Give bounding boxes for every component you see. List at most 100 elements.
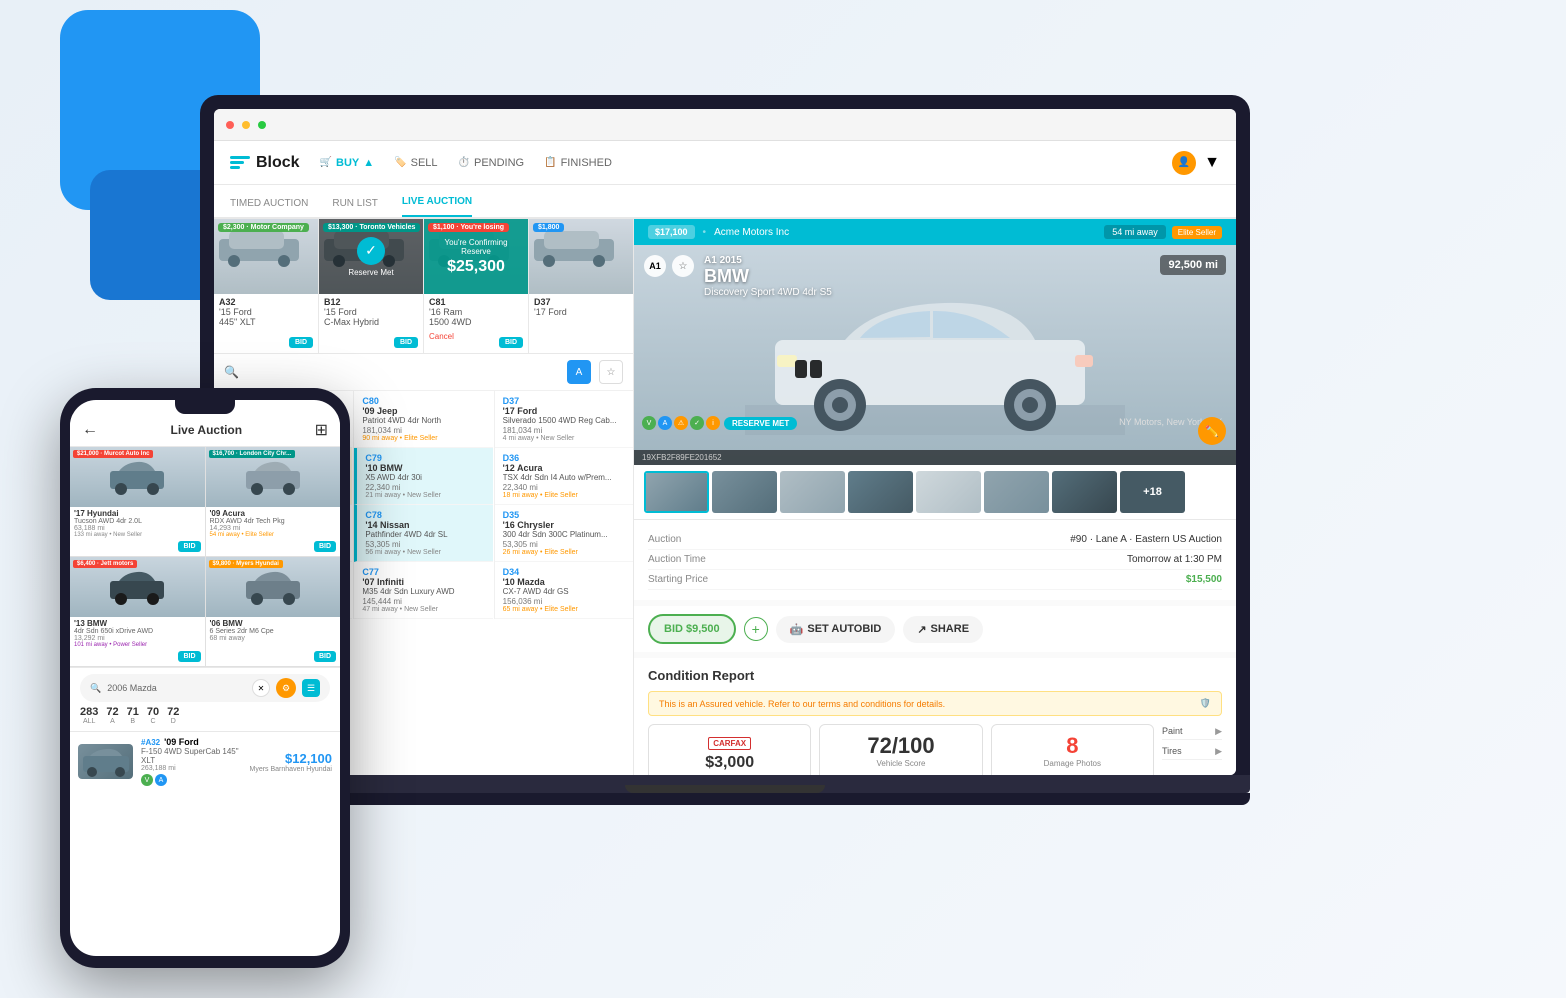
- browser-minimize[interactable]: [242, 121, 250, 129]
- item-miles: 181,034 mi: [362, 426, 484, 435]
- nav-tab-buy[interactable]: 🛒 BUY ▲: [320, 153, 375, 173]
- item-seller: 18 mi away • Elite Seller: [503, 492, 625, 499]
- phone-card-dist-4: 68 mi away: [210, 635, 337, 642]
- list-item-d37[interactable]: D37 '17 Ford Silverado 1500 4WD Reg Cab.…: [495, 391, 633, 448]
- bid-card-2[interactable]: BID: [394, 337, 418, 348]
- browser-maximize[interactable]: [258, 121, 266, 129]
- sub-tab-runlist[interactable]: RUN LIST: [332, 198, 378, 217]
- count-tab-c[interactable]: 70 C: [147, 706, 159, 725]
- thumb-7[interactable]: [1052, 471, 1117, 513]
- favorite-button[interactable]: ☆: [672, 255, 694, 277]
- count-tab-all[interactable]: 283 ALL: [80, 706, 98, 725]
- card-info-1: A32 '15 Ford445" XLT: [214, 294, 318, 330]
- phone-card-bmw13[interactable]: $6,400 · Jett motors '13 BMW 4dr Sdn 650…: [70, 557, 206, 666]
- card-badge-3: $1,100 · You're losing: [428, 223, 509, 232]
- bid-plus-button[interactable]: +: [744, 617, 768, 641]
- filter-button[interactable]: A: [567, 360, 591, 384]
- phone-card-acura[interactable]: $16,700 · London City Chr... '09 Acura R…: [206, 447, 341, 556]
- list-item-d36[interactable]: D36 '12 Acura TSX 4dr Sdn I4 Auto w/Prem…: [495, 448, 633, 505]
- bid-amount: BID $9,500: [664, 623, 720, 635]
- card-title-4: '17 Ford: [534, 307, 628, 317]
- reserve-met-badge: RESERVE MET: [724, 417, 797, 430]
- count-all-label: ALL: [83, 718, 95, 725]
- item-model: Patriot 4WD 4dr North: [362, 416, 484, 425]
- dealer-name: Acme Motors Inc: [714, 227, 789, 238]
- card-item-d37[interactable]: $1,800 D37 '17 Ford: [529, 219, 633, 353]
- phone-screen: ← Live Auction ⊞ $21,000 · Murcot Auto I…: [70, 400, 340, 956]
- phone-card-bmw06[interactable]: $9,800 · Myers Hyundai '06 BMW 6 Series …: [206, 557, 341, 666]
- list-item-d34[interactable]: D34 '10 Mazda CX-7 AWD 4dr GS 156,036 mi…: [495, 562, 633, 619]
- nav-chevron[interactable]: ▼: [1204, 154, 1220, 172]
- vehicle-score: 72/100: [828, 733, 973, 759]
- running-header: #A32 '09 Ford: [141, 737, 242, 747]
- brand-name: Block: [256, 154, 300, 172]
- thumb-6[interactable]: [984, 471, 1049, 513]
- item-make: '12 Acura: [503, 463, 625, 473]
- count-tab-b[interactable]: 71 B: [127, 706, 139, 725]
- edit-icon[interactable]: ✏️: [1198, 417, 1226, 445]
- list-search-bar: 🔍 A ☆: [214, 354, 633, 391]
- thumb-2[interactable]: [712, 471, 777, 513]
- check-circle: ✓: [357, 237, 385, 265]
- item-seller: 26 mi away • Elite Seller: [503, 549, 625, 556]
- info-row-auction: Auction #90 · Lane A · Eastern US Auctio…: [648, 530, 1222, 550]
- nav-tab-sell[interactable]: 🏷️ SELL: [394, 153, 437, 173]
- nav-tabs: 🛒 BUY ▲ 🏷️ SELL ⏱️ PENDING: [320, 153, 1153, 173]
- card-item-c81[interactable]: $1,100 · You're losing You're Confirming…: [424, 219, 529, 353]
- score-label: Vehicle Score: [828, 759, 973, 768]
- damage-count: 8: [1000, 733, 1145, 759]
- sub-tab-live[interactable]: LIVE AUCTION: [402, 196, 472, 217]
- time-value: Tomorrow at 1:30 PM: [1127, 554, 1222, 565]
- card-lot-2: B12: [324, 297, 418, 307]
- list-item-c80[interactable]: C80 '09 Jeep Patriot 4WD 4dr North 181,0…: [354, 391, 492, 448]
- thumb-5[interactable]: [916, 471, 981, 513]
- score-card: 72/100 Vehicle Score ▶: [819, 724, 982, 775]
- phone-view-btn[interactable]: ☰: [302, 679, 320, 697]
- brand-logo: Block: [230, 154, 300, 172]
- phone-running-item[interactable]: #A32 '09 Ford F-150 4WD SuperCab 145" XL…: [70, 731, 340, 791]
- browser-close[interactable]: [226, 121, 234, 129]
- thumb-1[interactable]: [644, 471, 709, 513]
- phone-bid-2[interactable]: BID: [314, 541, 336, 552]
- item-make: '09 Jeep: [362, 406, 484, 416]
- clear-search[interactable]: ✕: [252, 679, 270, 697]
- share-button[interactable]: ↗ SHARE: [903, 616, 983, 643]
- autobid-button[interactable]: 🤖 SET AUTOBID: [776, 616, 896, 643]
- nav-tab-finished[interactable]: 📋 FINISHED: [544, 153, 612, 173]
- list-item-c79[interactable]: C79 '10 BMW X5 AWD 4dr 30i 22,340 mi 21 …: [354, 448, 492, 505]
- tires-item: Tires ▶: [1162, 744, 1222, 760]
- info-row-time: Auction Time Tomorrow at 1:30 PM: [648, 550, 1222, 570]
- thumb-3[interactable]: [780, 471, 845, 513]
- phone-bid-4[interactable]: BID: [314, 651, 336, 662]
- phone-filter-btn[interactable]: ⚙: [276, 678, 296, 698]
- thumb-more[interactable]: +18: [1120, 471, 1185, 513]
- phone-bid-1[interactable]: BID: [178, 541, 200, 552]
- favorites-button[interactable]: ☆: [599, 360, 623, 384]
- item-make: '10 Mazda: [503, 577, 625, 587]
- card-item-a32[interactable]: $2,300 · Motor Company A32 '15 Ford445" …: [214, 219, 319, 353]
- count-tab-d[interactable]: 72 D: [167, 706, 179, 725]
- phone-menu-icon[interactable]: ⊞: [315, 420, 328, 440]
- phone-card-hyundai[interactable]: $21,000 · Murcot Auto Inc '17 Hyundai Tu…: [70, 447, 206, 556]
- item-seller: 90 mi away • Elite Seller: [362, 435, 484, 442]
- nav-tab-pending[interactable]: ⏱️ PENDING: [458, 153, 525, 173]
- list-item-c77[interactable]: C77 '07 Infiniti M35 4dr Sdn Luxury AWD …: [354, 562, 492, 619]
- sub-tab-timed[interactable]: TIMED AUCTION: [230, 198, 308, 217]
- thumb-4[interactable]: [848, 471, 913, 513]
- phone-search-text: 2006 Mazda: [107, 683, 246, 693]
- bid-button[interactable]: BID $9,500: [648, 614, 736, 644]
- list-item-d35[interactable]: D35 '16 Chrysler 300 4dr Sdn 300C Platin…: [495, 505, 633, 562]
- condition-cards: CARFAX $3,000 ▶ 72/100 Vehicle Score ▶: [648, 724, 1222, 775]
- bid-card-3[interactable]: BID: [499, 337, 523, 348]
- running-seller: Myers Barnhaven Hyundai: [250, 766, 333, 773]
- card-item-b12[interactable]: $13,300 · Toronto Vehicles ✓ Reserve Met: [319, 219, 424, 353]
- phone-back-button[interactable]: ←: [82, 421, 98, 439]
- list-item-c78[interactable]: C78 '14 Nissan Pathfinder 4WD 4dr SL 53,…: [354, 505, 492, 562]
- guarantee-badges: V A ⚠ ✓ i: [642, 416, 720, 430]
- count-tab-a[interactable]: 72 A: [106, 706, 118, 725]
- phone-card-badge-3: $6,400 · Jett motors: [73, 560, 137, 568]
- bid-card-1[interactable]: BID: [289, 337, 313, 348]
- user-avatar[interactable]: 👤: [1172, 151, 1196, 175]
- phone-bid-3[interactable]: BID: [178, 651, 200, 662]
- item-make: '16 Chrysler: [503, 520, 625, 530]
